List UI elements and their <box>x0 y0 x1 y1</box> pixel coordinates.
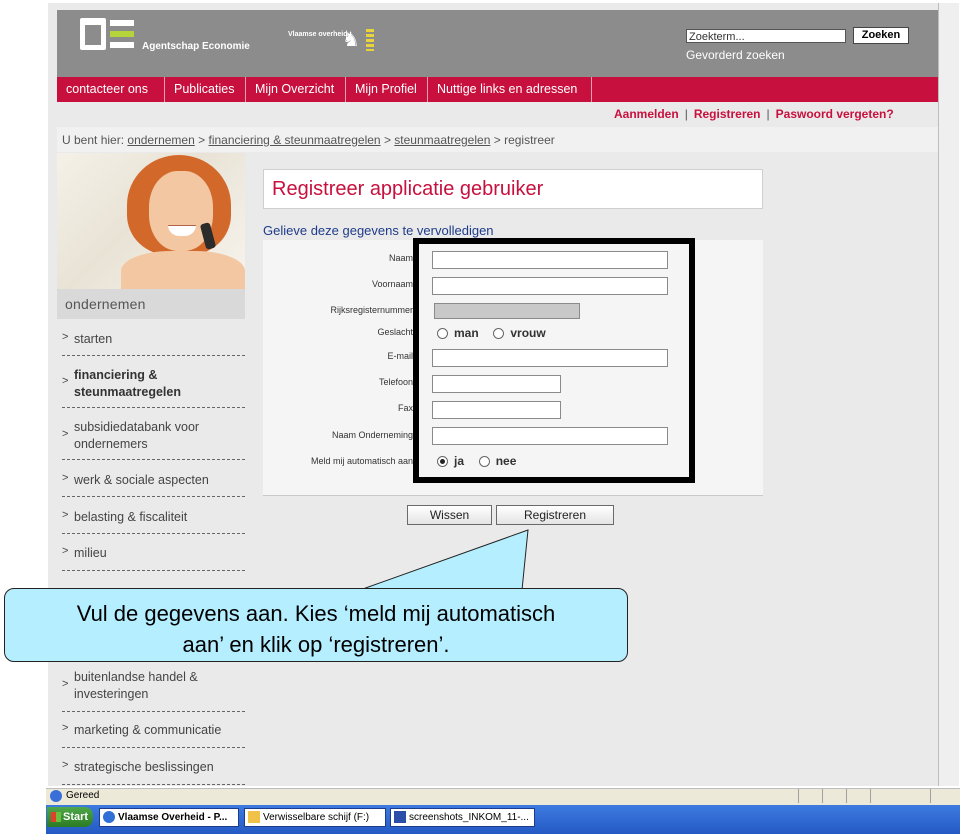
start-button[interactable]: Start <box>47 807 93 827</box>
folder-icon <box>248 811 260 823</box>
field-label: Naam Onderneming <box>331 430 413 440</box>
sidebar-item-buitenlandse-handel[interactable]: > buitenlandse handel & investeringen <box>62 668 245 712</box>
registreren-button[interactable]: Registreren <box>496 505 614 525</box>
register-link[interactable]: Registreren <box>694 107 761 121</box>
sidebar-item-label: milieu <box>74 546 107 560</box>
sidebar-item-strategische[interactable]: > strategische beslissingen <box>62 757 245 785</box>
task-label: Verwisselbare schijf (F:) <box>263 812 370 823</box>
taskbar-item-explorer[interactable]: Verwisselbare schijf (F:) <box>244 808 386 827</box>
chevron-right-icon: > <box>62 428 69 440</box>
account-links: Aanmelden | Registreren | Paswoord vergeten? <box>614 107 894 121</box>
search-button[interactable]: Zoeken <box>853 27 909 44</box>
sidebar-item-label: subsidiedatabank voor ondernemers <box>74 420 200 451</box>
chevron-right-icon: > <box>62 472 69 484</box>
task-label: screenshots_INKOM_11-... <box>409 812 529 823</box>
field-label: Fax <box>397 403 413 413</box>
breadcrumb-separator: > <box>198 133 206 147</box>
field-label: Rijksregisternummer <box>330 305 413 315</box>
breadcrumb-current: registreer <box>504 133 555 147</box>
status-divider <box>846 789 847 803</box>
field-label: Naam <box>388 253 413 263</box>
form-subtitle: Gelieve deze gegevens te vervolledigen <box>263 223 494 238</box>
partner-logo-bars <box>366 29 374 51</box>
chevron-right-icon: > <box>62 722 69 734</box>
header-photo <box>57 153 245 289</box>
breadcrumb-trail: U bent hier: ondernemen > financiering &… <box>62 133 555 147</box>
breadcrumb-prefix: U bent hier: <box>62 133 125 147</box>
nav-publications[interactable]: Publicaties <box>165 77 246 102</box>
sidebar-item-label: werk & sociale aspecten <box>74 473 209 487</box>
ie-icon <box>103 811 115 823</box>
separator: | <box>766 107 770 121</box>
nav-overview[interactable]: Mijn Overzicht <box>246 77 346 102</box>
nav-profile[interactable]: Mijn Profiel <box>346 77 428 102</box>
chevron-right-icon: > <box>62 509 69 521</box>
callout-line: aan’ en klik op ‘registreren’. <box>182 632 450 657</box>
page-title: Registreer applicatie gebruiker <box>272 178 544 200</box>
nav-links[interactable]: Nuttige links en adressen <box>428 77 592 102</box>
taskbar-item-browser[interactable]: Vlaamse Overheid - P... <box>99 808 239 827</box>
sidebar-item-label: belasting & fiscaliteit <box>74 510 188 524</box>
breadcrumb-separator: > <box>493 133 501 147</box>
vertical-scrollbar[interactable] <box>938 3 959 786</box>
taskbar-item-word[interactable]: screenshots_INKOM_11-... <box>390 808 535 827</box>
sidebar-item-financiering[interactable]: > financiering & steunmaatregelen <box>62 365 245 408</box>
advanced-search-link[interactable]: Gevorderd zoeken <box>686 48 785 62</box>
task-label: Vlaamse Overheid - P... <box>118 812 228 823</box>
field-label: Telefoon <box>378 377 413 387</box>
login-link[interactable]: Aanmelden <box>614 107 679 121</box>
status-text: Gereed <box>66 790 100 801</box>
breadcrumb-item[interactable]: financiering & steunmaatregelen <box>208 133 380 147</box>
start-label: Start <box>63 811 89 823</box>
callout-line: Vul de gegevens aan. Kies ‘meld mij auto… <box>76 601 556 626</box>
chevron-right-icon: > <box>62 545 69 557</box>
windows-flag-icon <box>51 812 61 822</box>
field-label: Geslacht <box>377 327 413 337</box>
annotation-highlight-box <box>413 238 695 483</box>
sidebar-item-label: marketing & communicatie <box>74 723 222 737</box>
sidebar-item-starten[interactable]: > starten <box>62 328 245 356</box>
wissen-button[interactable]: Wissen <box>407 505 492 525</box>
document-icon <box>394 811 406 823</box>
chevron-right-icon: > <box>62 678 69 690</box>
status-divider <box>822 789 823 803</box>
sidebar-item-belasting[interactable]: > belasting & fiscaliteit <box>62 507 245 534</box>
status-divider <box>930 789 931 803</box>
search-input[interactable]: Zoekterm... <box>686 29 846 43</box>
status-divider <box>870 789 871 803</box>
field-label: Voornaam <box>371 279 413 289</box>
status-divider <box>798 789 799 803</box>
sidebar-item-label: financiering & steunmaatregelen <box>74 368 181 399</box>
callout-pointer <box>359 529 529 591</box>
sidebar-item-subsidiedatabank[interactable]: > subsidiedatabank voor ondernemers <box>62 418 245 460</box>
sidebar-item-marketing[interactable]: > marketing & communicatie <box>62 720 245 748</box>
breadcrumb-item[interactable]: steunmaatregelen <box>394 133 490 147</box>
main-nav: contacteer ons Publicaties Mijn Overzich… <box>57 77 938 102</box>
partner-logo-text: Vlaamse overheid <box>288 31 348 38</box>
ie-page-icon <box>50 790 62 802</box>
chevron-right-icon: > <box>62 375 69 387</box>
agency-logo[interactable] <box>80 18 138 54</box>
callout-text: Vul de gegevens aan. Kies ‘meld mij auto… <box>10 598 622 660</box>
field-label: E-mail <box>387 351 413 361</box>
logo-text: Agentschap Economie <box>142 41 250 52</box>
sidebar-heading: ondernemen <box>65 296 146 312</box>
sidebar-item-label: strategische beslissingen <box>74 760 214 774</box>
separator: | <box>684 107 688 121</box>
breadcrumb-separator: > <box>383 133 391 147</box>
chevron-right-icon: > <box>62 759 69 771</box>
sidebar-item-milieu[interactable]: > milieu <box>62 543 245 571</box>
sidebar-item-werk[interactable]: > werk & sociale aspecten <box>62 470 245 497</box>
sidebar-item-label: buitenlandse handel & investeringen <box>74 670 198 701</box>
forgot-password-link[interactable]: Paswoord vergeten? <box>776 107 894 121</box>
sidebar-item-label: starten <box>74 332 113 346</box>
lion-icon: ♞ <box>342 29 360 51</box>
breadcrumb-item[interactable]: ondernemen <box>127 133 194 147</box>
nav-contact[interactable]: contacteer ons <box>57 77 165 102</box>
chevron-right-icon: > <box>62 331 69 343</box>
field-label: Meld mij automatisch aan <box>310 456 413 466</box>
